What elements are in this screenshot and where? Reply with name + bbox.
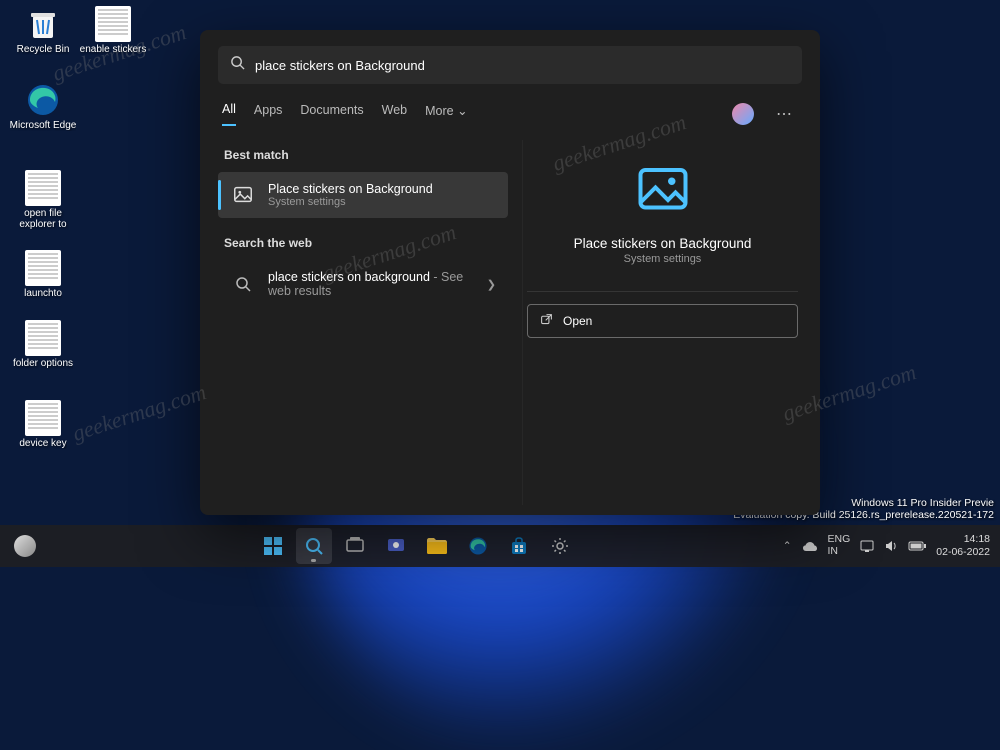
file-icon	[25, 170, 61, 206]
result-web-search[interactable]: place stickers on background - See web r…	[218, 260, 508, 308]
user-avatar[interactable]	[732, 103, 754, 125]
volume-icon[interactable]	[884, 539, 898, 553]
desktop-icon-edge[interactable]: Microsoft Edge	[8, 82, 78, 131]
battery-icon[interactable]	[908, 541, 926, 551]
recycle-bin-icon	[25, 6, 61, 42]
file-icon	[25, 250, 61, 286]
start-button[interactable]	[255, 528, 291, 564]
onedrive-icon[interactable]	[802, 540, 818, 552]
result-subtitle: System settings	[268, 196, 496, 208]
result-title: place stickers on background - See web r…	[268, 270, 475, 298]
search-box[interactable]	[218, 46, 802, 84]
file-explorer-button[interactable]	[419, 528, 455, 564]
search-icon	[230, 55, 245, 75]
desktop-icon-enable-stickers[interactable]: enable stickers	[78, 6, 148, 55]
desktop-icon-recycle-bin[interactable]: Recycle Bin	[8, 6, 78, 55]
preview-subtitle: System settings	[624, 253, 702, 265]
settings-button[interactable]	[542, 528, 578, 564]
open-button[interactable]: Open	[527, 304, 798, 338]
desktop-icon-label: enable stickers	[80, 44, 147, 55]
tab-web[interactable]: Web	[382, 103, 407, 125]
divider	[527, 291, 798, 292]
edge-icon	[25, 82, 61, 118]
chevron-down-icon: ⌄	[457, 104, 467, 118]
system-tray: ⌃ ENGIN 14:1802-06-2022	[783, 533, 1000, 558]
search-button[interactable]	[296, 528, 332, 564]
picture-icon-large	[633, 160, 693, 220]
section-label-web: Search the web	[224, 236, 508, 250]
desktop-icon-label: Recycle Bin	[17, 44, 70, 55]
tray-expand-icon[interactable]: ⌃	[783, 540, 792, 552]
search-icon	[230, 271, 256, 297]
desktop-icon-label: open file explorer to	[9, 208, 77, 230]
edge-button[interactable]	[460, 528, 496, 564]
store-button[interactable]	[501, 528, 537, 564]
section-label-best-match: Best match	[224, 148, 508, 162]
search-preview-column: Place stickers on Background System sett…	[522, 140, 802, 505]
result-best-match[interactable]: Place stickers on Background System sett…	[218, 172, 508, 218]
file-icon	[95, 6, 131, 42]
search-panel: All Apps Documents Web More ⌄ ⋯ Best mat…	[200, 30, 820, 515]
tab-more[interactable]: More ⌄	[425, 103, 467, 126]
file-icon	[25, 400, 61, 436]
search-filter-tabs: All Apps Documents Web More ⌄ ⋯	[218, 102, 802, 126]
desktop-icon-label: device key	[19, 438, 66, 449]
search-results-column: Best match Place stickers on Background …	[218, 140, 508, 505]
task-view-button[interactable]	[337, 528, 373, 564]
chevron-right-icon: ❯	[487, 278, 496, 291]
desktop-icon-label: Microsoft Edge	[10, 120, 77, 131]
desktop-icon-open-file-explorer[interactable]: open file explorer to	[8, 170, 78, 230]
watermark: geekermag.com	[69, 379, 209, 447]
desktop-icon-label: folder options	[13, 358, 73, 369]
search-input[interactable]	[255, 58, 790, 73]
desktop-icon-label: launchto	[24, 288, 62, 299]
language-switcher[interactable]: ENGIN	[828, 534, 851, 557]
network-icon[interactable]	[860, 539, 874, 553]
taskbar: ⌃ ENGIN 14:1802-06-2022	[0, 525, 1000, 567]
desktop-icon-folder-options[interactable]: folder options	[8, 320, 78, 369]
picture-icon	[230, 182, 256, 208]
preview-title: Place stickers on Background	[574, 236, 752, 251]
tab-documents[interactable]: Documents	[300, 103, 363, 125]
more-options-button[interactable]: ⋯	[772, 104, 798, 124]
taskbar-pinned-apps	[50, 528, 783, 564]
open-external-icon	[540, 313, 553, 329]
desktop-icons-column: Recycle Bin	[8, 6, 78, 55]
clock[interactable]: 14:1802-06-2022	[936, 533, 990, 558]
tab-apps[interactable]: Apps	[254, 103, 283, 125]
desktop-icon-launchto[interactable]: launchto	[8, 250, 78, 299]
desktop-icon-device-key[interactable]: device key	[8, 400, 78, 449]
tab-all[interactable]: All	[222, 102, 236, 126]
open-button-label: Open	[563, 314, 592, 328]
chat-button[interactable]	[378, 528, 414, 564]
file-icon	[25, 320, 61, 356]
widgets-button[interactable]	[14, 535, 36, 557]
result-title: Place stickers on Background	[268, 182, 496, 196]
